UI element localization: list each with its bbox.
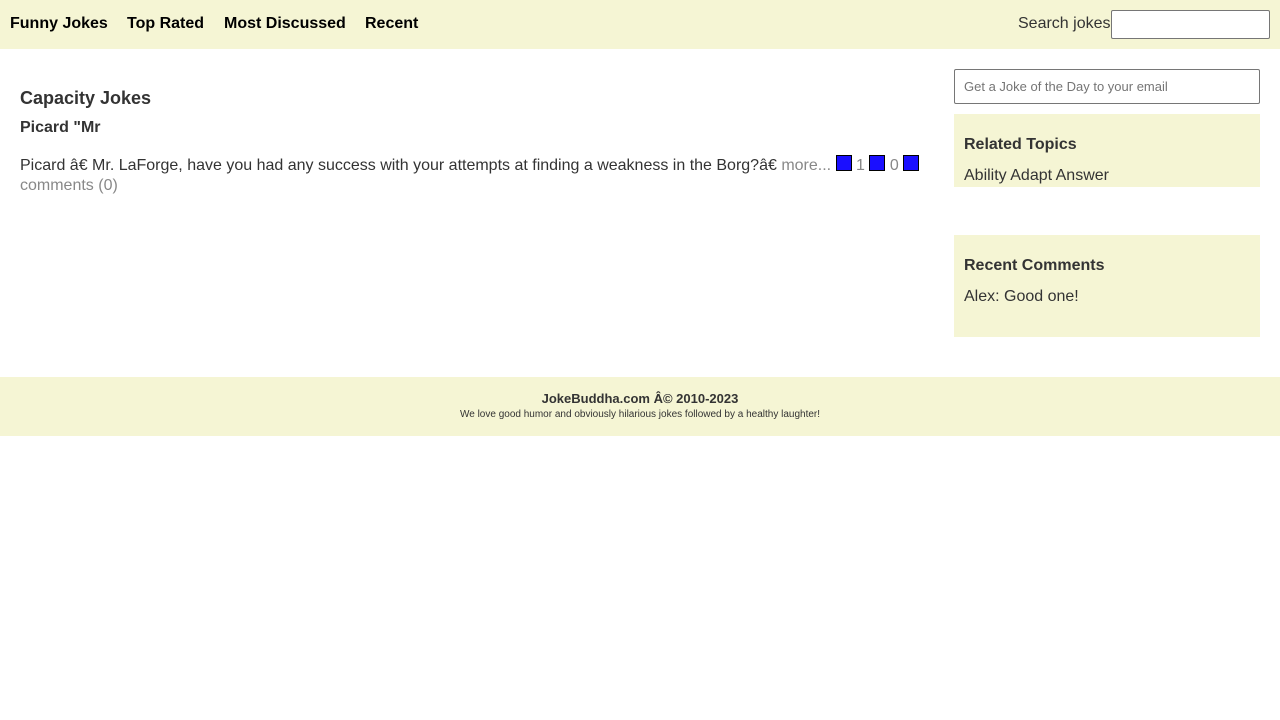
nav-top-rated[interactable]: Top Rated	[127, 15, 204, 33]
recent-comment-item: Alex: Good one!	[964, 288, 1079, 305]
nav-funny-jokes[interactable]: Funny Jokes	[10, 15, 108, 33]
recent-comments-panel: Recent Comments Alex: Good one!	[954, 235, 1260, 337]
more-link[interactable]: more...	[781, 157, 831, 174]
footer-tagline: We love good humor and obviously hilario…	[459, 409, 821, 420]
thumbs-down-icon[interactable]	[869, 155, 886, 171]
page-title: Capacity Jokes	[20, 88, 152, 108]
related-topics-panel: Related Topics Ability Adapt Answer	[954, 114, 1260, 187]
recent-comments-heading: Recent Comments	[964, 257, 1105, 274]
footer-copyright: JokeBuddha.com Â© 2010-2023	[541, 391, 739, 406]
search-input[interactable]	[1111, 10, 1270, 39]
joke-of-day-email-input[interactable]	[954, 69, 1260, 104]
joke-entry: Picard â€ Mr. LaForge, have you had any …	[20, 155, 935, 196]
related-topics-list[interactable]: Ability Adapt Answer	[964, 167, 1250, 185]
thumbs-up-icon[interactable]	[835, 155, 852, 171]
comments-link[interactable]: comments (0)	[20, 177, 118, 194]
downvote-count: 0	[889, 157, 899, 174]
nav-recent[interactable]: Recent	[365, 15, 418, 33]
nav-most-discussed[interactable]: Most Discussed	[224, 15, 346, 33]
related-topics-heading: Related Topics	[964, 136, 1077, 153]
top-navigation-bar: Funny Jokes Top Rated Most Discussed Rec…	[0, 0, 1280, 49]
joke-text: Picard â€ Mr. LaForge, have you had any …	[20, 157, 777, 174]
search-label: Search jokes	[1018, 15, 1111, 32]
upvote-count: 1	[856, 157, 865, 174]
footer: JokeBuddha.com Â© 2010-2023 We love good…	[0, 377, 1280, 436]
joke-title: Picard "Mr	[20, 119, 101, 136]
comments-icon[interactable]	[903, 155, 920, 171]
